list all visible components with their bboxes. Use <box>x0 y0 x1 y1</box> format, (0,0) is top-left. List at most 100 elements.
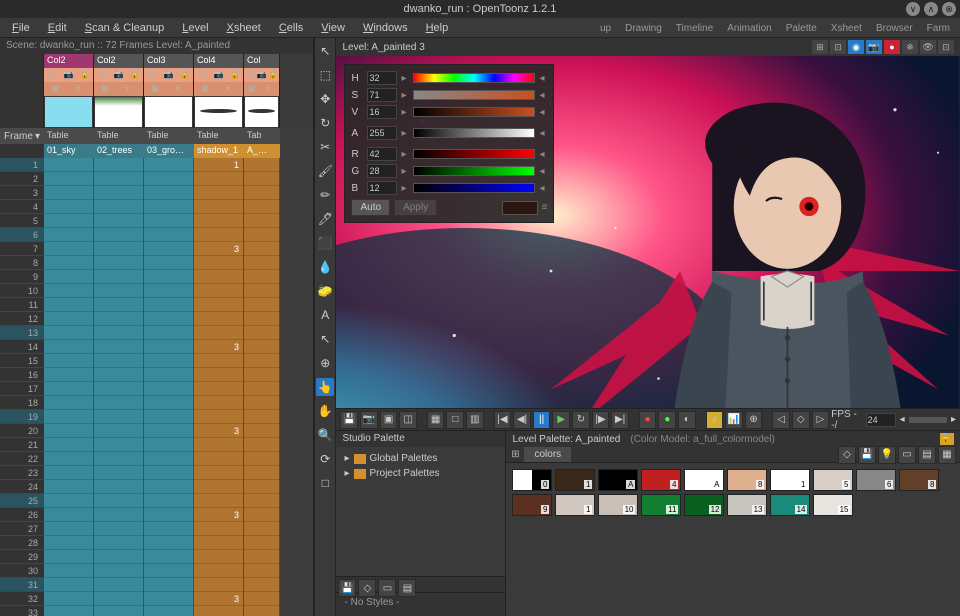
layout-3-icon[interactable]: ▥ <box>466 411 484 429</box>
cell[interactable] <box>194 466 243 480</box>
layout-1-icon[interactable]: ▦ <box>427 411 445 429</box>
cell-column[interactable] <box>44 158 94 616</box>
cell[interactable] <box>194 410 243 424</box>
lock-icon[interactable]: 🔒 <box>230 70 240 80</box>
cell[interactable] <box>244 298 279 312</box>
palette-swatch[interactable]: 1 <box>555 469 595 491</box>
palette-swatch[interactable]: A <box>684 469 724 491</box>
channel-bw-icon[interactable]: ◐ <box>678 411 696 429</box>
cell[interactable] <box>44 354 93 368</box>
pal-save-icon[interactable]: 💾 <box>338 579 356 597</box>
pause-button[interactable]: || <box>533 411 551 429</box>
frame-number[interactable]: 5 <box>0 214 44 228</box>
cell-column[interactable] <box>244 158 280 616</box>
cell[interactable] <box>94 396 143 410</box>
palette-swatch[interactable]: 1 <box>770 469 810 491</box>
cell[interactable] <box>244 158 279 172</box>
cell[interactable] <box>44 396 93 410</box>
column-header[interactable]: Col2 👁📷🔒 ▦▾ <box>94 54 144 128</box>
cell[interactable] <box>44 284 93 298</box>
save-icon[interactable]: 💾 <box>340 411 358 429</box>
next-frame-button[interactable]: |▶ <box>592 411 610 429</box>
cell[interactable] <box>244 382 279 396</box>
cell[interactable] <box>44 228 93 242</box>
cell[interactable] <box>194 312 243 326</box>
cell[interactable] <box>144 536 193 550</box>
room-browser[interactable]: Browser <box>870 21 919 36</box>
b-slider[interactable] <box>413 183 535 193</box>
menu-file[interactable]: File <box>4 20 38 36</box>
apply-button[interactable]: Apply <box>394 199 437 216</box>
maximize-button[interactable]: ∧ <box>924 2 938 16</box>
frame-number[interactable]: 3 <box>0 186 44 200</box>
frame-number[interactable]: 30 <box>0 564 44 578</box>
cell[interactable] <box>144 382 193 396</box>
cell[interactable] <box>44 312 93 326</box>
pal-page-icon[interactable]: ▤ <box>398 579 416 597</box>
channel-r-icon[interactable]: ● <box>639 411 657 429</box>
palette-swatch[interactable]: 6 <box>856 469 896 491</box>
viewport[interactable]: H▸◂ S▸◂ V▸◂ A▸◂ R▸◂ G▸◂ B▸◂ Auto Apply ≡ <box>336 56 960 408</box>
cell[interactable] <box>244 480 279 494</box>
cell[interactable] <box>144 522 193 536</box>
r-input[interactable] <box>367 147 397 161</box>
frame-number[interactable]: 32 <box>0 592 44 606</box>
cell[interactable] <box>244 214 279 228</box>
cell[interactable] <box>144 284 193 298</box>
tool-2[interactable]: ✥ <box>316 90 334 108</box>
cell[interactable] <box>94 452 143 466</box>
cell[interactable] <box>244 284 279 298</box>
cell[interactable] <box>144 298 193 312</box>
cell[interactable] <box>44 186 93 200</box>
cell[interactable] <box>244 326 279 340</box>
last-frame-button[interactable]: ▶| <box>611 411 629 429</box>
cell[interactable] <box>94 438 143 452</box>
cell[interactable] <box>94 382 143 396</box>
key-button[interactable]: ◇ <box>792 411 810 429</box>
close-button[interactable]: ⊗ <box>942 2 956 16</box>
room-drawing[interactable]: Drawing <box>619 21 668 36</box>
cell[interactable] <box>94 410 143 424</box>
cam-icon[interactable]: 📷 <box>63 70 73 80</box>
cell[interactable] <box>194 186 243 200</box>
frame-number[interactable]: 8 <box>0 256 44 270</box>
cell[interactable] <box>194 214 243 228</box>
cell[interactable] <box>244 522 279 536</box>
cam-icon[interactable]: 📷 <box>256 70 266 80</box>
h-arrow[interactable]: ▸ <box>401 73 409 84</box>
cell[interactable] <box>244 200 279 214</box>
table-label[interactable]: Table <box>94 128 144 144</box>
cell[interactable] <box>244 228 279 242</box>
tool-15[interactable]: ✋ <box>316 402 334 420</box>
cell[interactable] <box>44 536 93 550</box>
room-xsheet[interactable]: Xsheet <box>825 21 868 36</box>
lock-icon[interactable]: 🔒 <box>80 70 90 80</box>
viewer-opt-2[interactable]: ⊡ <box>830 40 846 54</box>
frame-number[interactable]: 2 <box>0 172 44 186</box>
cell[interactable] <box>244 354 279 368</box>
cell[interactable] <box>94 368 143 382</box>
cell[interactable] <box>94 172 143 186</box>
column-name[interactable]: Col2 <box>94 54 143 68</box>
cell[interactable]: 3 <box>194 340 243 354</box>
cell[interactable] <box>94 340 143 354</box>
cell-name[interactable]: shadow_1 <box>194 144 244 158</box>
column-name[interactable]: Col4 <box>194 54 243 68</box>
frame-number[interactable]: 33 <box>0 606 44 616</box>
tool-13[interactable]: ⊕ <box>316 354 334 372</box>
viewer-opt-freeze[interactable]: ❄ <box>902 40 918 54</box>
column-toggles-2[interactable]: ▦▾ <box>94 82 143 96</box>
cell[interactable] <box>44 452 93 466</box>
lp-key-icon[interactable]: ◇ <box>838 446 856 464</box>
cell[interactable] <box>144 340 193 354</box>
tool-4[interactable]: ✂ <box>316 138 334 156</box>
cell[interactable] <box>244 256 279 270</box>
frame-number[interactable]: 9 <box>0 270 44 284</box>
cell[interactable] <box>194 256 243 270</box>
fps-slider[interactable] <box>909 417 947 423</box>
compare-icon[interactable]: ◫ <box>399 411 417 429</box>
tool-17[interactable]: ⟳ <box>316 450 334 468</box>
menu-level[interactable]: Level <box>174 20 216 36</box>
eye-icon[interactable]: 👁 <box>97 70 107 80</box>
cell[interactable] <box>194 550 243 564</box>
